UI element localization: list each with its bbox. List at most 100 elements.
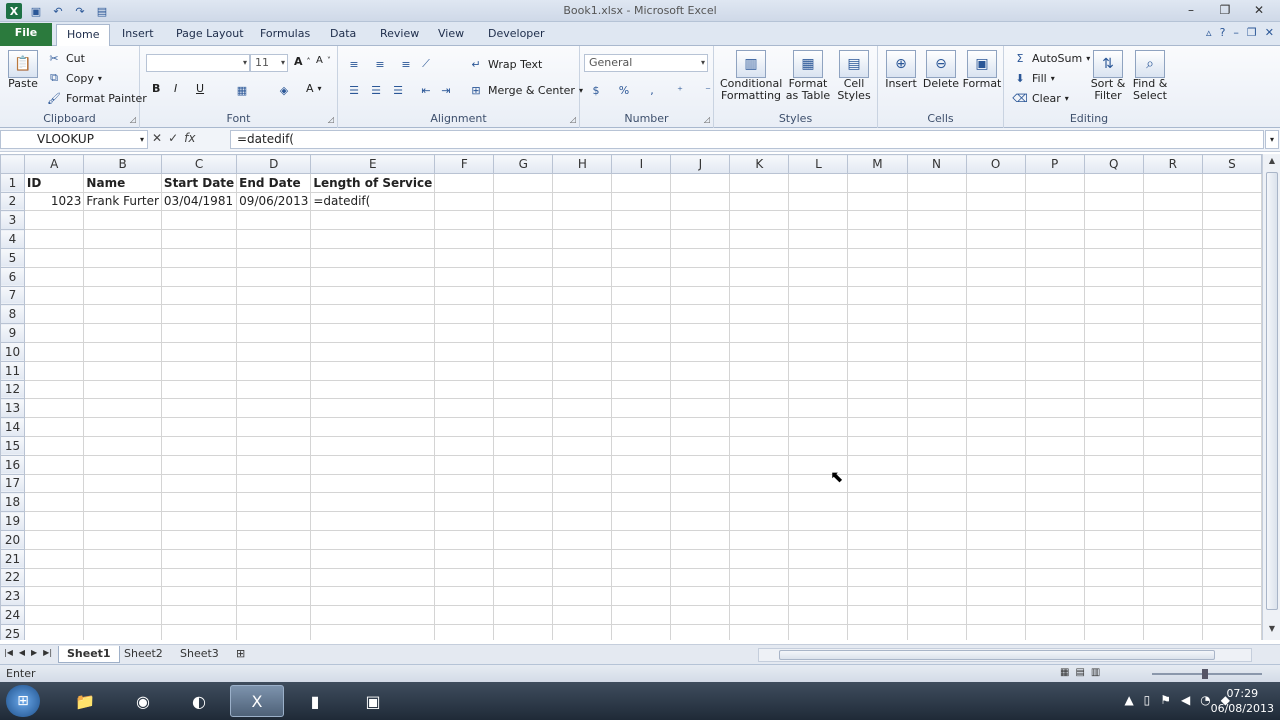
cell[interactable] <box>434 454 495 475</box>
clock[interactable]: 07:29 06/08/2013 <box>1211 686 1274 716</box>
cell[interactable] <box>1201 529 1262 550</box>
cell[interactable] <box>670 511 731 531</box>
cell[interactable] <box>1024 586 1085 607</box>
cell[interactable]: ID <box>23 172 85 193</box>
cell[interactable] <box>847 586 908 607</box>
sort-filter-button[interactable]: ⇅ Sort & Filter <box>1088 50 1128 102</box>
cell[interactable] <box>1083 266 1144 287</box>
cell[interactable] <box>788 304 849 325</box>
cell[interactable] <box>1083 398 1144 419</box>
cell[interactable] <box>83 304 162 325</box>
cell[interactable] <box>1142 511 1203 531</box>
cell[interactable] <box>160 605 238 625</box>
increase-decimal-icon[interactable]: ⁺ <box>672 82 688 98</box>
shrink-font-button[interactable]: A ˅ <box>316 55 331 66</box>
cell[interactable] <box>1083 229 1144 249</box>
cell[interactable] <box>160 379 238 400</box>
zoom-knob[interactable] <box>1202 669 1208 679</box>
cell[interactable] <box>788 229 849 249</box>
sheet-tab[interactable]: Sheet2 <box>116 646 171 663</box>
row-header[interactable]: 23 <box>0 586 25 607</box>
cell[interactable] <box>965 529 1026 550</box>
cell[interactable] <box>1201 172 1262 193</box>
cell[interactable] <box>611 247 672 268</box>
cell[interactable] <box>434 567 495 588</box>
align-center-icon[interactable]: ☰ <box>368 82 384 98</box>
cell[interactable] <box>310 567 436 588</box>
tab-insert[interactable]: Insert <box>112 24 164 46</box>
cell[interactable] <box>1024 210 1085 231</box>
cell[interactable] <box>83 341 162 362</box>
cell[interactable] <box>847 229 908 249</box>
cell[interactable] <box>611 341 672 362</box>
cell[interactable] <box>788 341 849 362</box>
cell[interactable] <box>906 285 967 306</box>
cell[interactable] <box>160 341 238 362</box>
dialog-launcher-icon[interactable]: ◿ <box>570 115 576 124</box>
cell[interactable] <box>906 454 967 475</box>
cell[interactable] <box>434 210 495 231</box>
cell[interactable] <box>1083 172 1144 193</box>
cell[interactable] <box>434 247 495 268</box>
cell[interactable] <box>906 417 967 437</box>
cell[interactable] <box>788 210 849 231</box>
cell[interactable] <box>1201 360 1262 381</box>
cell[interactable] <box>493 492 554 513</box>
cell[interactable] <box>965 586 1026 607</box>
page-layout-view-icon[interactable]: ▤ <box>1075 667 1084 678</box>
align-bottom-icon[interactable]: ≡ <box>398 56 414 72</box>
cell[interactable] <box>552 605 613 625</box>
format-cells-button[interactable]: ▣ Format <box>962 50 1002 90</box>
cell[interactable] <box>1142 623 1203 640</box>
cell[interactable] <box>1024 567 1085 588</box>
cell[interactable] <box>160 210 238 231</box>
cell[interactable] <box>1083 586 1144 607</box>
find-select-button[interactable]: ⌕ Find & Select <box>1128 50 1172 102</box>
cell[interactable] <box>160 586 238 607</box>
cell[interactable] <box>965 417 1026 437</box>
cell[interactable] <box>1201 304 1262 325</box>
cell[interactable] <box>83 511 162 531</box>
cell[interactable] <box>83 379 162 400</box>
cell[interactable] <box>434 341 495 362</box>
cell[interactable] <box>493 323 554 343</box>
cell[interactable] <box>236 266 312 287</box>
cell[interactable] <box>906 623 967 640</box>
cell[interactable] <box>1201 623 1262 640</box>
delete-cells-button[interactable]: ⊖ Delete <box>922 50 960 90</box>
cell[interactable] <box>729 323 790 343</box>
cell[interactable] <box>1024 229 1085 249</box>
cell[interactable] <box>310 605 436 625</box>
cell[interactable] <box>1083 304 1144 325</box>
cell[interactable] <box>160 304 238 325</box>
cell[interactable] <box>670 191 731 212</box>
cell-styles-button[interactable]: ▤ Cell Styles <box>834 50 874 102</box>
cell[interactable] <box>1142 379 1203 400</box>
cell[interactable] <box>965 379 1026 400</box>
copy-button[interactable]: ⧉ Copy ▾ <box>46 70 102 86</box>
next-sheet-icon[interactable]: ▶ <box>31 648 37 657</box>
cell[interactable] <box>23 605 85 625</box>
cell[interactable] <box>670 323 731 343</box>
cell[interactable] <box>160 323 238 343</box>
cell[interactable] <box>1024 266 1085 287</box>
cell[interactable] <box>310 511 436 531</box>
vertical-align-buttons[interactable]: ≡ ≡ ≡ <box>346 56 414 72</box>
cell[interactable] <box>965 605 1026 625</box>
cell[interactable] <box>310 379 436 400</box>
cell[interactable] <box>310 417 436 437</box>
row-header[interactable]: 22 <box>0 567 25 588</box>
insert-cells-button[interactable]: ⊕ Insert <box>882 50 920 90</box>
volume-icon[interactable]: ◀ <box>1181 693 1190 707</box>
cell[interactable] <box>310 229 436 249</box>
cell[interactable] <box>493 398 554 419</box>
cell[interactable] <box>729 266 790 287</box>
paste-button[interactable]: 📋 Paste <box>4 50 42 90</box>
cell[interactable] <box>1024 492 1085 513</box>
scroll-down-icon[interactable]: ▼ <box>1266 624 1278 638</box>
cell[interactable] <box>670 360 731 381</box>
cell[interactable] <box>1201 567 1262 588</box>
cell[interactable] <box>1083 341 1144 362</box>
cell[interactable] <box>1142 323 1203 343</box>
column-header[interactable]: M <box>847 154 908 174</box>
